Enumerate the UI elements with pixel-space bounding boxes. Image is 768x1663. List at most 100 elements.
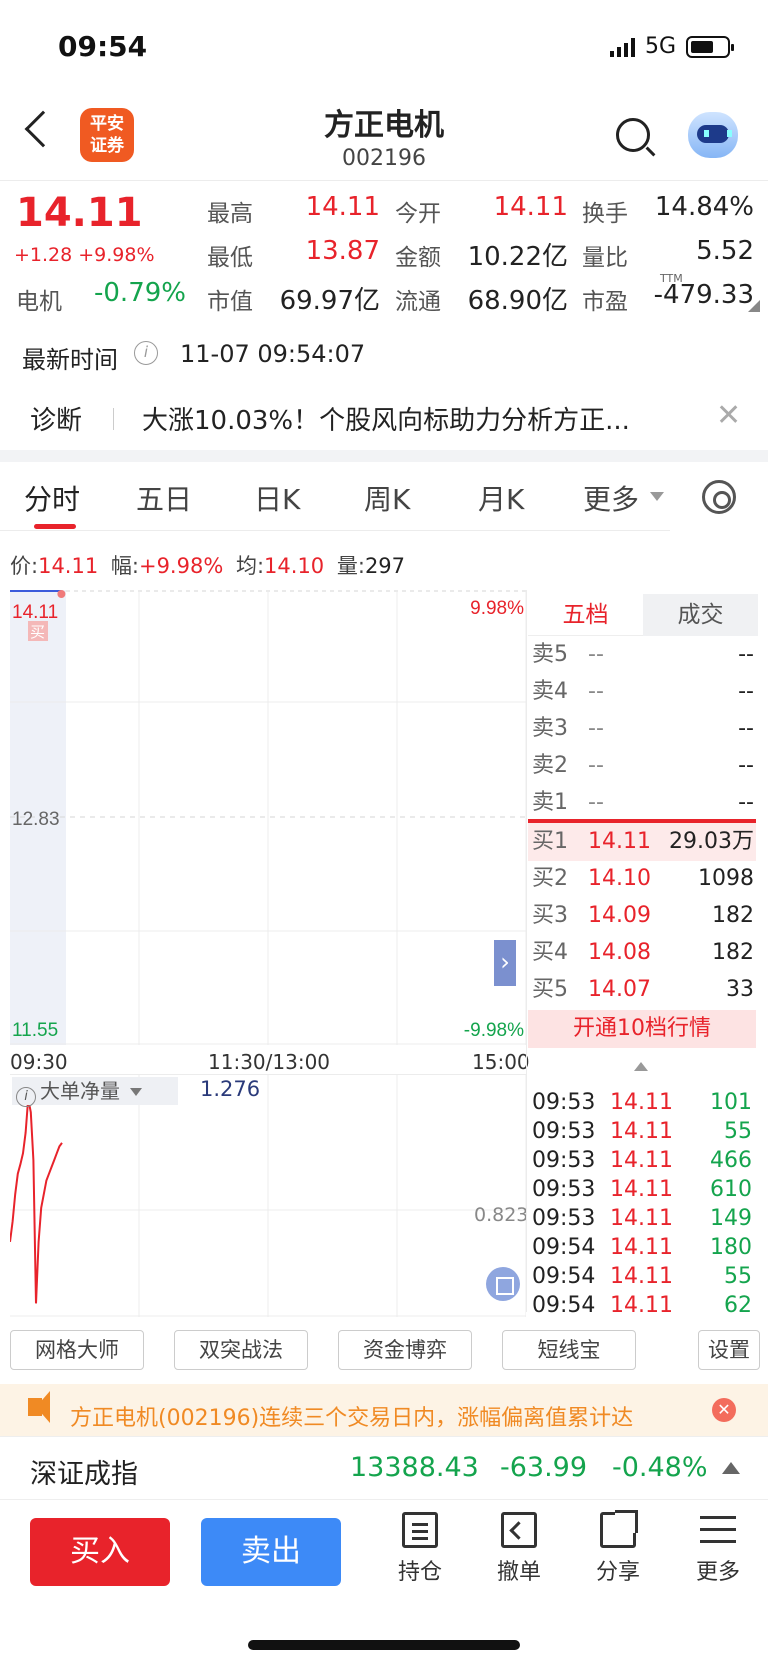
sell-button[interactable]: 卖出 [201,1518,341,1586]
speaker-icon [28,1391,50,1423]
trade-volume: 610 [710,1177,752,1202]
volume-value: 297 [364,554,406,578]
orderbook-border [526,590,527,1312]
index-value: 13388.43 [350,1452,479,1483]
open-10-levels-button[interactable]: 开通10档行情 [528,1010,756,1048]
trade-row: 09:54 14.11 180 [532,1233,752,1262]
trade-volume: 466 [710,1148,752,1173]
orderbook-tabs: 五档 成交 [528,594,758,636]
chevron-up-icon[interactable] [634,1062,648,1071]
short-term-button[interactable]: 短线宝 [502,1330,636,1370]
price-change: +1.28 +9.98% [14,244,155,266]
quote-field-value: 10.22亿 [467,242,568,272]
bid-label: 买4 [532,940,568,965]
diagnosis-separator [113,408,114,430]
quote-field-label: 换手 [582,201,628,227]
diagnosis-news-link[interactable]: 大涨10.03%！个股风向标助力分析方正... [142,400,682,437]
quote-field-label: 流通 [395,289,441,315]
bid-label: 买5 [532,977,568,1002]
sector-label[interactable]: 电机 [16,282,62,316]
indicator-name: 大单净量 [40,1079,120,1103]
indicator-value: 1.276 [200,1077,261,1101]
ask-row: 卖1 -- -- [532,784,754,821]
time-axis-label: 11:30/13:00 [208,1050,331,1074]
nav-more[interactable]: 更多 [678,1512,758,1586]
nav-cancel-label: 撤单 [496,1560,541,1585]
signal-icon [609,37,635,57]
quote-field-value: 69.97亿 [279,286,380,316]
tab-more[interactable]: 更多 [583,478,639,518]
price-label: 价: [10,554,39,578]
sector-change[interactable]: -0.79% [94,278,186,308]
nav-share[interactable]: 分享 [578,1510,658,1586]
trade-row: 09:54 14.11 55 [532,1262,752,1291]
ask-price: -- [588,716,604,741]
ask-price: -- [588,642,604,667]
trade-price: 14.11 [610,1177,673,1202]
latest-time-value: 11-07 09:54:07 [180,340,366,368]
buy-button[interactable]: 买入 [30,1518,170,1586]
tab-five-day[interactable]: 五日 [136,478,192,518]
expand-corner-icon[interactable] [748,300,760,312]
quote-field-value: 5.52 [696,236,754,266]
current-price: 14.11 [16,190,143,236]
ask-price: -- [588,679,604,704]
index-change: -63.99 [500,1452,588,1483]
trade-time: 09:53 [532,1090,596,1115]
info-icon[interactable]: i [16,1087,36,1107]
bid-label: 买1 [532,829,568,854]
tab-weekly-k[interactable]: 周K [364,478,410,518]
bid-price: 14.08 [588,940,651,965]
fullscreen-icon[interactable] [486,1267,520,1301]
tab-monthly-k[interactable]: 月K [478,478,524,518]
trade-volume: 62 [724,1293,752,1318]
chevron-down-icon [650,492,664,501]
last-price-dot [57,590,66,598]
stock-name: 方正电机 [324,108,444,143]
quote-field-value: -479.33 [653,280,754,310]
grid-master-button[interactable]: 网格大师 [10,1330,144,1370]
quote-field-value: 68.90亿 [467,286,568,316]
info-icon[interactable]: i [134,341,158,365]
close-icon[interactable]: ✕ [712,1398,736,1422]
search-icon[interactable] [616,118,650,152]
close-icon[interactable]: ✕ [716,398,741,433]
nav-holdings[interactable]: 持仓 [380,1512,460,1586]
network-type: 5G [644,34,676,59]
notice-text[interactable]: 方正电机(002196)连续三个交易日内，涨幅偏离值累计达 [70,1400,684,1432]
chevron-up-icon[interactable] [722,1462,740,1474]
gear-icon[interactable] [702,480,736,514]
trade-time: 09:54 [532,1264,596,1289]
bid-row: 买1 14.11 29.03万 [532,823,754,860]
bid-volume: 29.03万 [669,829,754,854]
quote-field-value: 14.11 [493,192,568,222]
stock-code: 002196 [342,146,426,171]
ask-label: 卖2 [532,753,568,778]
trade-time: 09:54 [532,1235,596,1260]
bid-volume: 182 [712,940,754,965]
tab-daily-k[interactable]: 日K [254,478,300,518]
quote-field-label: 最低 [207,245,253,271]
intraday-chart[interactable]: 14.11 买 12.83 11.55 9.98% -9.98% [10,590,526,1045]
nav-cancel-order[interactable]: 撤单 [479,1512,559,1586]
quote-field-label: 市值 [207,289,253,315]
status-time: 09:54 [58,30,148,63]
bid-price: 14.07 [588,977,651,1002]
tab-trades[interactable]: 成交 [643,594,758,636]
index-percent: -0.48% [612,1452,708,1483]
settings-button[interactable]: 设置 [698,1330,760,1370]
avg-value: 14.10 [264,554,325,578]
chevron-right-icon[interactable]: › [494,940,516,986]
dropdown-icon[interactable] [130,1088,142,1096]
double-breakout-button[interactable]: 双突战法 [174,1330,308,1370]
capital-game-button[interactable]: 资金博弈 [338,1330,472,1370]
chart-info-bar: 价:14.11 幅:+9.98% 均:14.10 量:297 [10,550,405,580]
bid-label: 买3 [532,903,568,928]
big-order-subchart[interactable] [10,1075,526,1317]
assistant-robot-icon[interactable] [688,112,738,158]
section-gap [0,450,768,462]
trade-price: 14.11 [610,1119,673,1144]
tab-intraday[interactable]: 分时 [24,478,80,518]
tab-five-levels[interactable]: 五档 [528,594,643,636]
indicator-selector[interactable]: i 大单净量 [12,1077,178,1107]
